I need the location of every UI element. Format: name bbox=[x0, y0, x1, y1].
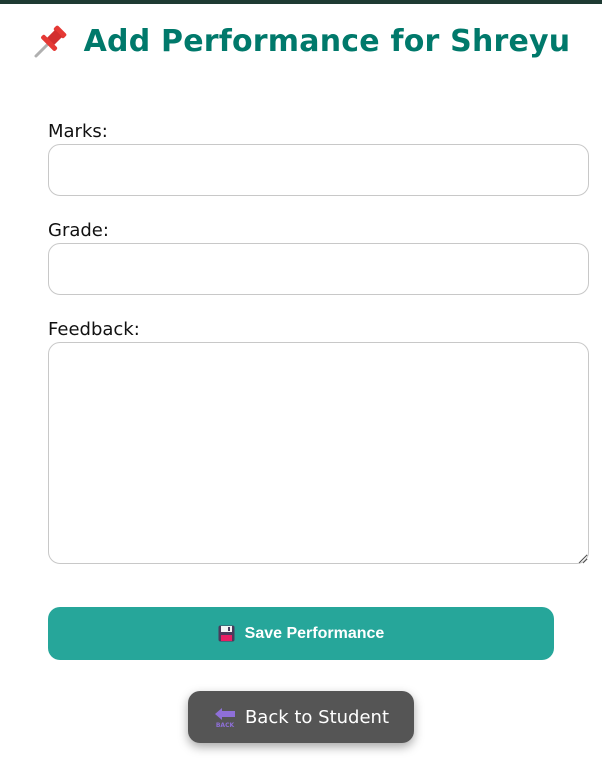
performance-form-page: Add Performance for Shreyu Marks: Grade:… bbox=[0, 0, 602, 765]
save-performance-button[interactable]: Save Performance bbox=[48, 607, 554, 660]
marks-input[interactable] bbox=[48, 144, 589, 196]
grade-label: Grade: bbox=[48, 220, 109, 241]
back-to-student-label: Back to Student bbox=[244, 706, 390, 728]
feedback-label: Feedback: bbox=[48, 319, 140, 340]
marks-label: Marks: bbox=[48, 121, 108, 142]
pushpin-icon bbox=[32, 22, 70, 60]
floppy-disk-icon bbox=[218, 625, 235, 642]
feedback-textarea[interactable] bbox=[48, 342, 589, 564]
page-header: Add Performance for Shreyu bbox=[0, 18, 602, 64]
grade-input[interactable] bbox=[48, 243, 589, 295]
back-to-student-button[interactable]: BACK Back to Student bbox=[188, 691, 414, 743]
back-arrow-icon: BACK bbox=[213, 705, 237, 729]
resize-handle-icon[interactable] bbox=[577, 549, 588, 564]
save-performance-label: Save Performance bbox=[244, 624, 385, 642]
top-border-bar bbox=[0, 0, 602, 4]
page-title: Add Performance for Shreyu bbox=[83, 23, 571, 59]
svg-text:BACK: BACK bbox=[216, 722, 235, 729]
